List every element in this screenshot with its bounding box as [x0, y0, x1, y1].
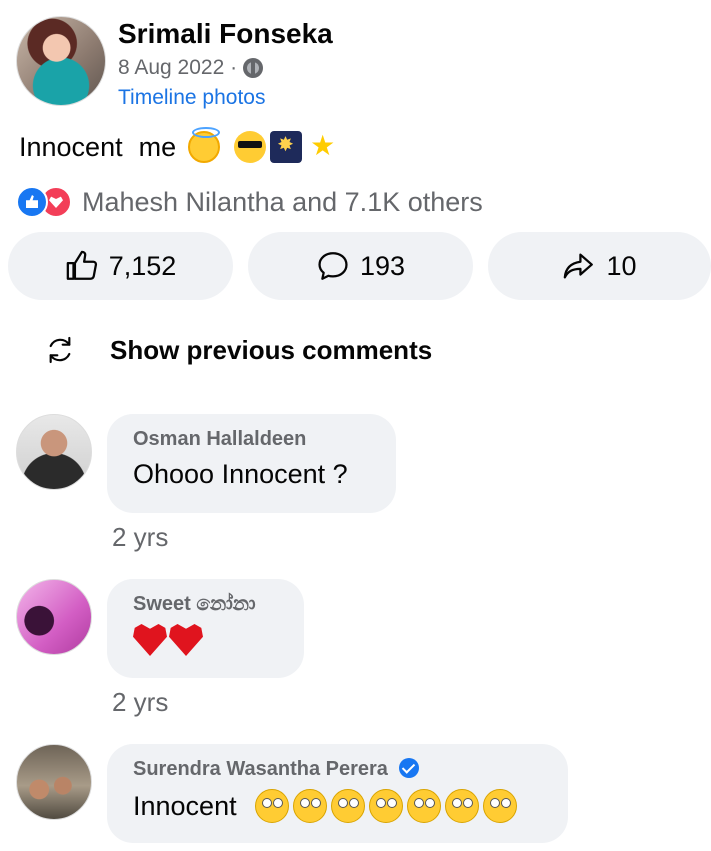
- reactions-summary-text: Mahesh Nilantha and 7.1K others: [82, 186, 483, 217]
- share-button[interactable]: 10: [488, 232, 711, 300]
- red-heart-emoji-icon: [169, 624, 203, 656]
- commenter-name[interactable]: Sweet නෝනා: [133, 593, 278, 616]
- comment-text: Innocent: [133, 790, 237, 821]
- face-with-rolling-eyes-emoji-icon: [482, 789, 517, 823]
- show-previous-label: Show previous comments: [110, 334, 433, 365]
- comment-bubble-icon: [318, 252, 348, 280]
- red-heart-emoji-icon: [133, 624, 167, 656]
- share-arrow-icon: [564, 253, 594, 279]
- commenter-avatar[interactable]: [16, 744, 92, 820]
- face-with-rolling-eyes-emoji-icon: [368, 789, 403, 823]
- album-link[interactable]: Timeline photos: [118, 86, 265, 110]
- shooting-star-emoji-icon: [306, 129, 338, 163]
- comment-text-row: Innocent: [133, 789, 542, 823]
- face-with-rolling-eyes-emoji-icon: [406, 789, 441, 823]
- like-count: 7,152: [108, 250, 177, 281]
- comment-bubble: Sweet නෝනා: [107, 579, 304, 678]
- share-count: 10: [606, 250, 637, 281]
- face-with-rolling-eyes-emoji-icon: [292, 789, 327, 823]
- like-button[interactable]: 7,152: [8, 232, 233, 300]
- post-date[interactable]: 8 Aug 2022 ·: [118, 56, 237, 80]
- like-reaction-icon: [16, 186, 48, 218]
- comment-button[interactable]: 193: [248, 232, 473, 300]
- commenter-name[interactable]: Osman Hallaldeen: [133, 428, 370, 451]
- commenter-name-row: Surendra Wasantha Perera: [133, 758, 542, 781]
- face-with-rolling-eyes-emoji-icon: [444, 789, 479, 823]
- post-author-avatar[interactable]: [16, 16, 106, 106]
- comment-bubble: Surendra Wasantha Perera Innocent: [107, 744, 568, 843]
- commenter-name[interactable]: Surendra Wasantha Perera: [133, 758, 388, 780]
- fireworks-emoji-icon: [270, 131, 303, 163]
- post-author-name[interactable]: Srimali Fonseka: [118, 18, 333, 50]
- thumbs-up-icon: [66, 250, 97, 280]
- show-previous-comments[interactable]: Show previous comments: [44, 334, 432, 366]
- post-text-word: Innocent: [19, 131, 123, 162]
- halo-face-emoji-icon: [188, 127, 221, 163]
- verified-badge-icon: [399, 758, 420, 778]
- post-text-word: me: [138, 131, 177, 162]
- sunglasses-face-emoji-icon: [234, 131, 267, 163]
- post-text: Innocent me: [19, 127, 338, 163]
- refresh-icon: [49, 336, 71, 364]
- face-with-rolling-eyes-emoji-icon: [254, 789, 289, 823]
- comment-bubble: Osman Hallaldeen Ohooo Innocent ?: [107, 414, 396, 513]
- face-with-rolling-eyes-emoji-icon: [330, 789, 365, 823]
- reactions-summary[interactable]: Mahesh Nilantha and 7.1K others: [16, 186, 483, 218]
- commenter-avatar[interactable]: [16, 579, 92, 655]
- comment-count: 193: [359, 250, 406, 281]
- post-meta: 8 Aug 2022 ·: [118, 56, 264, 80]
- comment-text: [133, 624, 278, 656]
- comment-timestamp[interactable]: 2 yrs: [112, 687, 168, 718]
- comment-text: Ohooo Innocent ?: [133, 459, 348, 489]
- comment-timestamp[interactable]: 2 yrs: [112, 522, 168, 553]
- globe-icon: [243, 58, 264, 78]
- commenter-avatar[interactable]: [16, 414, 92, 490]
